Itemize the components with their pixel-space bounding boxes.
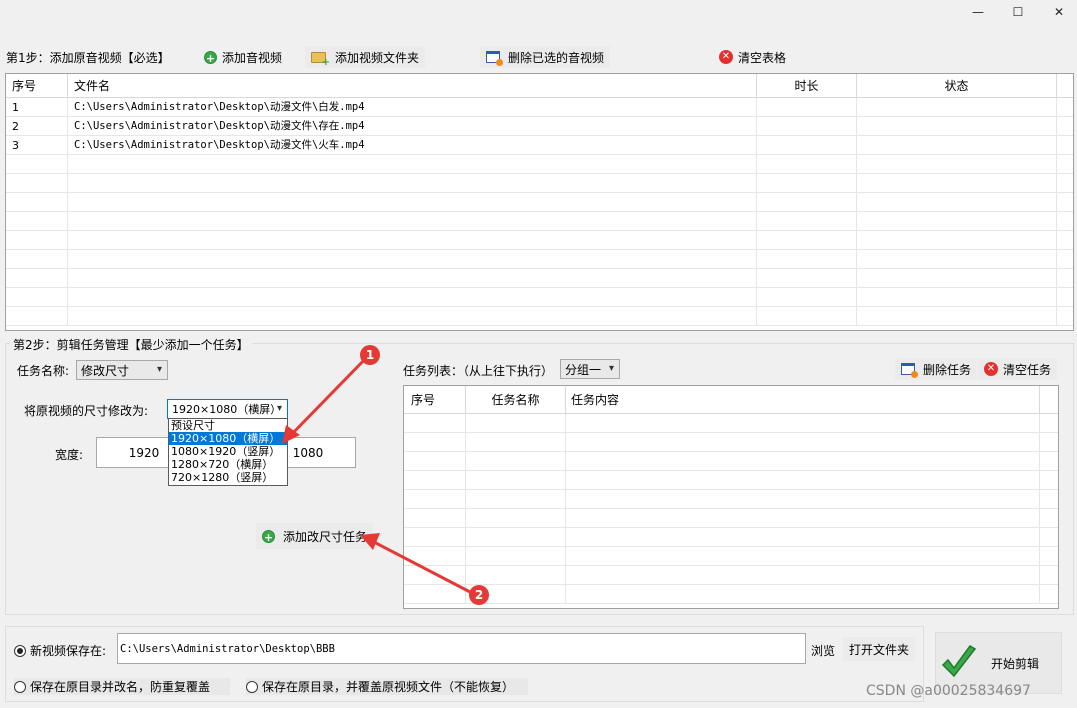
radio-unchecked-icon	[246, 680, 258, 693]
open-folder-label: 打开文件夹	[849, 642, 910, 657]
arrow-1-line	[288, 354, 370, 438]
checkmark-icon	[941, 645, 977, 678]
save-path-input[interactable]: C:\Users\Administrator\Desktop\BBB	[117, 633, 806, 664]
browse-button[interactable]: 浏览	[811, 642, 835, 659]
watermark: CSDN @a00025834697	[866, 683, 1031, 699]
new-save-radio[interactable]: 新视频保存在:	[14, 642, 106, 659]
annotation-badge-2: 2	[469, 585, 489, 605]
new-save-label: 新视频保存在:	[30, 644, 107, 658]
overwrite-label: 保存在原目录，并覆盖原视频文件（不能恢复）	[262, 680, 515, 694]
rename-radio[interactable]: 保存在原目录并改名，防重复覆盖	[14, 678, 231, 695]
start-label: 开始剪辑	[991, 656, 1040, 671]
radio-unchecked-icon	[14, 680, 26, 693]
annotation-badge-1: 1	[360, 345, 380, 365]
open-folder-button[interactable]: 打开文件夹	[843, 637, 916, 661]
rename-label: 保存在原目录并改名，防重复覆盖	[30, 680, 211, 694]
annotation-arrows	[282, 354, 473, 595]
arrow-2-line	[369, 538, 473, 595]
overwrite-radio[interactable]: 保存在原目录，并覆盖原视频文件（不能恢复）	[246, 678, 529, 695]
radio-checked-icon	[14, 644, 26, 657]
arrow-2-head	[360, 533, 380, 550]
save-path-value: C:\Users\Administrator\Desktop\BBB	[120, 642, 335, 655]
